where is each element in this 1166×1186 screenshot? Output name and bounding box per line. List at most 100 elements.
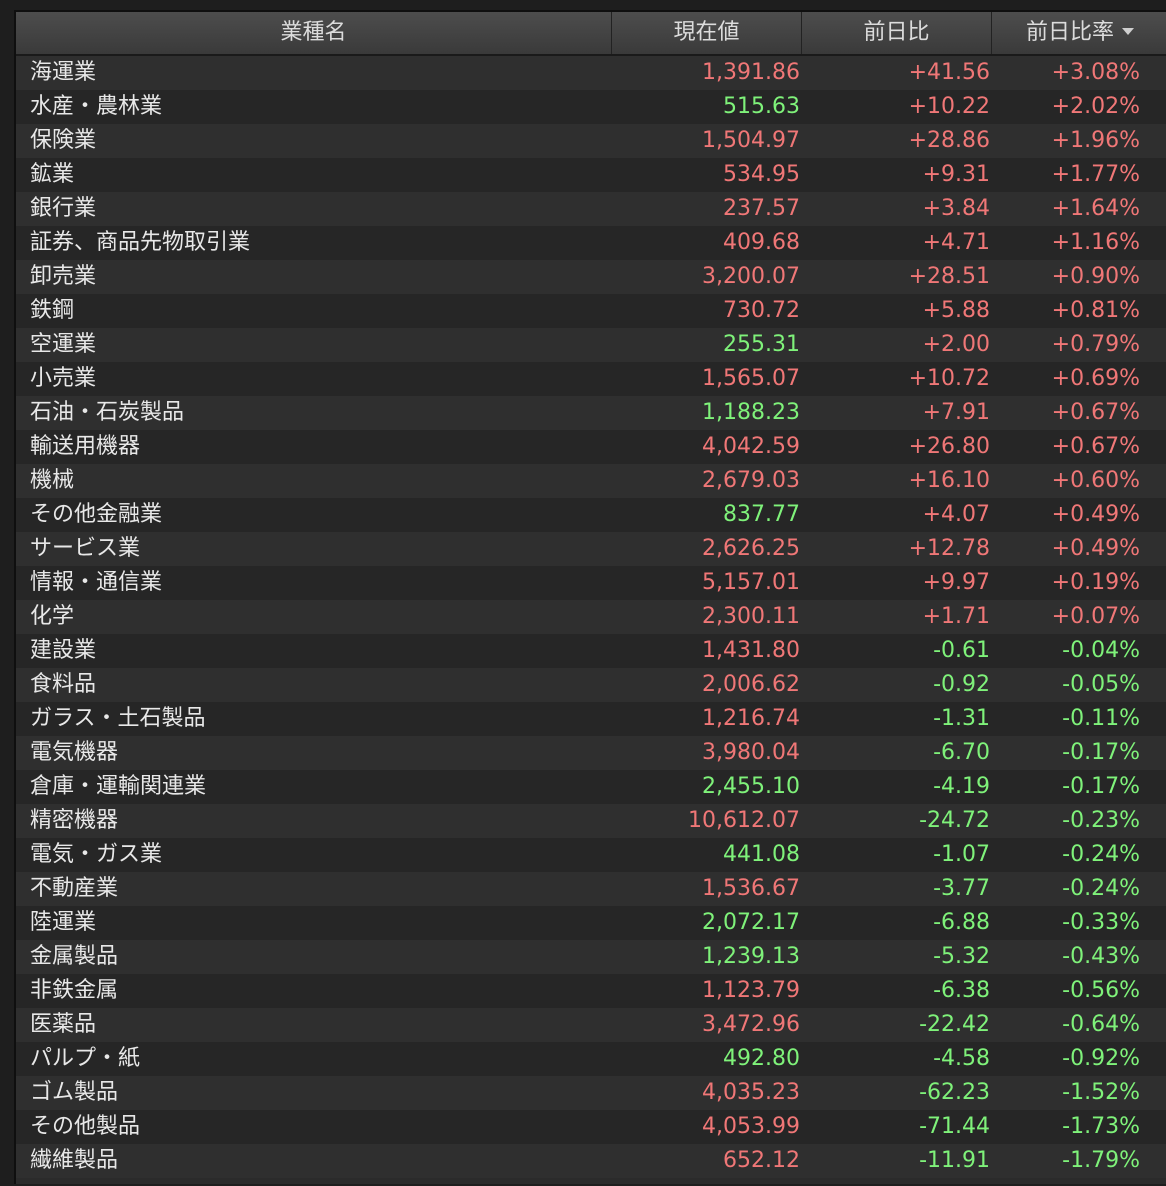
column-header-change-pct-label: 前日比率	[1025, 20, 1114, 45]
current-price: 730.72	[723, 298, 800, 323]
current-price: 3,200.07	[702, 264, 800, 289]
day-change: +3.84	[922, 196, 990, 221]
day-change-pct: +0.07%	[1051, 604, 1140, 629]
day-change: +26.80	[908, 434, 990, 459]
table-row[interactable]: 小売業 1,565.07 +10.72 +0.69%	[16, 362, 1166, 396]
table-row[interactable]: 繊維製品 652.12 -11.91 -1.79%	[16, 1144, 1166, 1178]
current-price: 1,504.97	[702, 128, 800, 153]
table-row[interactable]: その他製品 4,053.99 -71.44 -1.73%	[16, 1110, 1166, 1144]
table-row[interactable]: 水産・農林業 515.63 +10.22 +2.02%	[16, 90, 1166, 124]
sector-name: 医薬品	[30, 1012, 97, 1037]
column-header-change[interactable]: 前日比	[802, 12, 992, 54]
day-change-pct: -0.33%	[1062, 910, 1140, 935]
column-header-change-pct[interactable]: 前日比率	[992, 12, 1166, 54]
sector-name: 輸送用機器	[30, 434, 141, 459]
day-change-pct: -0.56%	[1062, 978, 1140, 1003]
sector-table: 業種名 現在値 前日比 前日比率 海運業 1,391.86 +41.56 +3.08%…	[14, 10, 1166, 1184]
day-change: -4.19	[933, 774, 990, 799]
day-change: +16.10	[908, 468, 990, 493]
day-change-pct: -0.43%	[1062, 944, 1140, 969]
table-row[interactable]: 空運業 255.31 +2.00 +0.79%	[16, 328, 1166, 362]
sector-name: 電気・ガス業	[30, 842, 163, 867]
day-change: -1.07	[933, 842, 990, 867]
sector-name: パルプ・紙	[30, 1046, 141, 1071]
day-change: +41.56	[908, 60, 990, 85]
table-row[interactable]: 鉄鋼 730.72 +5.88 +0.81%	[16, 294, 1166, 328]
day-change-pct: +1.64%	[1051, 196, 1140, 221]
sector-name: サービス業	[30, 536, 141, 561]
table-body: 海運業 1,391.86 +41.56 +3.08% 水産・農林業 515.63 +10.2…	[16, 56, 1166, 1178]
day-change: +4.71	[922, 230, 990, 255]
table-row[interactable]: 保険業 1,504.97 +28.86 +1.96%	[16, 124, 1166, 158]
sector-name: 電気機器	[30, 740, 119, 765]
day-change-pct: -0.17%	[1062, 740, 1140, 765]
sector-name: 化学	[30, 604, 75, 629]
column-header-price[interactable]: 現在値	[612, 12, 802, 54]
current-price: 2,006.62	[702, 672, 800, 697]
day-change-pct: +3.08%	[1051, 60, 1140, 85]
day-change: +12.78	[908, 536, 990, 561]
table-row[interactable]: 食料品 2,006.62 -0.92 -0.05%	[16, 668, 1166, 702]
day-change-pct: -0.17%	[1062, 774, 1140, 799]
day-change-pct: -0.92%	[1062, 1046, 1140, 1071]
sector-name: 水産・農林業	[30, 94, 163, 119]
table-row[interactable]: 石油・石炭製品 1,188.23 +7.91 +0.67%	[16, 396, 1166, 430]
sector-name: その他金融業	[30, 502, 163, 527]
current-price: 1,565.07	[702, 366, 800, 391]
table-row[interactable]: 倉庫・運輸関連業 2,455.10 -4.19 -0.17%	[16, 770, 1166, 804]
table-row[interactable]: 卸売業 3,200.07 +28.51 +0.90%	[16, 260, 1166, 294]
table-row[interactable]: 医薬品 3,472.96 -22.42 -0.64%	[16, 1008, 1166, 1042]
table-row[interactable]: ガラス・土石製品 1,216.74 -1.31 -0.11%	[16, 702, 1166, 736]
day-change: -62.23	[919, 1080, 990, 1105]
table-row[interactable]: 建設業 1,431.80 -0.61 -0.04%	[16, 634, 1166, 668]
current-price: 2,679.03	[702, 468, 800, 493]
day-change-pct: +0.69%	[1051, 366, 1140, 391]
table-row[interactable]: 鉱業 534.95 +9.31 +1.77%	[16, 158, 1166, 192]
table-row[interactable]: 電気機器 3,980.04 -6.70 -0.17%	[16, 736, 1166, 770]
day-change: +9.97	[922, 570, 990, 595]
table-row[interactable]: ゴム製品 4,035.23 -62.23 -1.52%	[16, 1076, 1166, 1110]
day-change-pct: -0.11%	[1062, 706, 1140, 731]
current-price: 237.57	[723, 196, 800, 221]
day-change-pct: +0.67%	[1051, 400, 1140, 425]
day-change: +7.91	[922, 400, 990, 425]
column-header-name[interactable]: 業種名	[16, 12, 612, 54]
day-change-pct: +1.96%	[1051, 128, 1140, 153]
table-row[interactable]: 陸運業 2,072.17 -6.88 -0.33%	[16, 906, 1166, 940]
table-row[interactable]: 証券、商品先物取引業 409.68 +4.71 +1.16%	[16, 226, 1166, 260]
table-row[interactable]: サービス業 2,626.25 +12.78 +0.49%	[16, 532, 1166, 566]
day-change: -22.42	[919, 1012, 990, 1037]
day-change: -6.70	[933, 740, 990, 765]
table-row[interactable]: パルプ・紙 492.80 -4.58 -0.92%	[16, 1042, 1166, 1076]
day-change-pct: -0.23%	[1062, 808, 1140, 833]
day-change-pct: -1.79%	[1062, 1148, 1140, 1173]
day-change: -6.88	[933, 910, 990, 935]
table-row[interactable]: 銀行業 237.57 +3.84 +1.64%	[16, 192, 1166, 226]
day-change-pct: -0.24%	[1062, 876, 1140, 901]
table-row[interactable]: 輸送用機器 4,042.59 +26.80 +0.67%	[16, 430, 1166, 464]
table-row[interactable]: 海運業 1,391.86 +41.56 +3.08%	[16, 56, 1166, 90]
table-row[interactable]: 電気・ガス業 441.08 -1.07 -0.24%	[16, 838, 1166, 872]
table-row[interactable]: 非鉄金属 1,123.79 -6.38 -0.56%	[16, 974, 1166, 1008]
day-change: -0.61	[933, 638, 990, 663]
table-row[interactable]: 情報・通信業 5,157.01 +9.97 +0.19%	[16, 566, 1166, 600]
table-row[interactable]: 金属製品 1,239.13 -5.32 -0.43%	[16, 940, 1166, 974]
day-change-pct: +0.49%	[1051, 502, 1140, 527]
day-change: +4.07	[922, 502, 990, 527]
day-change: -24.72	[919, 808, 990, 833]
current-price: 2,072.17	[702, 910, 800, 935]
sector-name: 証券、商品先物取引業	[30, 230, 251, 255]
table-row[interactable]: 機械 2,679.03 +16.10 +0.60%	[16, 464, 1166, 498]
day-change-pct: +0.49%	[1051, 536, 1140, 561]
day-change: -11.91	[919, 1148, 990, 1173]
table-row[interactable]: 精密機器 10,612.07 -24.72 -0.23%	[16, 804, 1166, 838]
chevron-down-icon[interactable]	[1122, 27, 1134, 35]
day-change: -3.77	[933, 876, 990, 901]
current-price: 1,123.79	[702, 978, 800, 1003]
day-change: -4.58	[933, 1046, 990, 1071]
sector-name: 金属製品	[30, 944, 119, 969]
table-row[interactable]: その他金融業 837.77 +4.07 +0.49%	[16, 498, 1166, 532]
table-row[interactable]: 化学 2,300.11 +1.71 +0.07%	[16, 600, 1166, 634]
sector-name: 海運業	[30, 60, 97, 85]
table-row[interactable]: 不動産業 1,536.67 -3.77 -0.24%	[16, 872, 1166, 906]
